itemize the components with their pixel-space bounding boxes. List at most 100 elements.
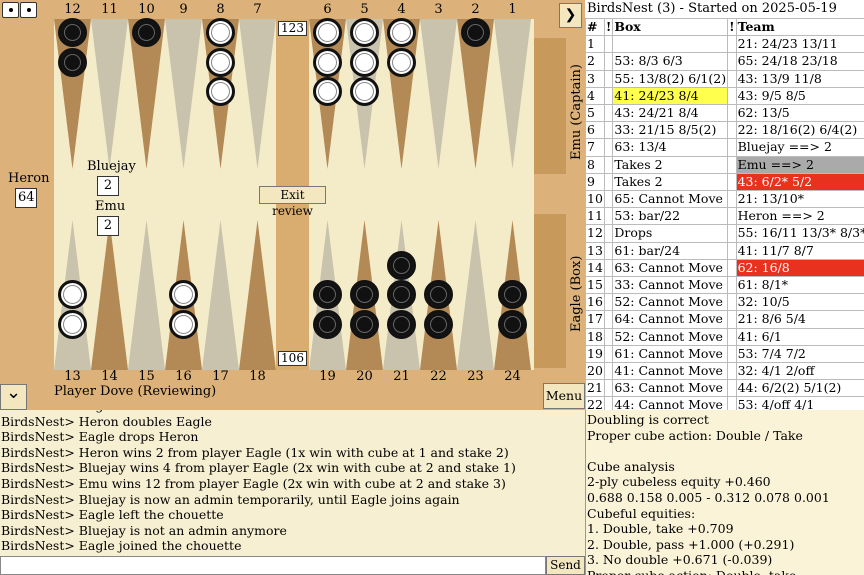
board-point-top[interactable] [165, 19, 202, 169]
move-box[interactable]: 33: 21/15 8/5(2) [612, 121, 729, 140]
move-team[interactable]: 21: 24/23 13/11 [735, 35, 864, 54]
move-team[interactable]: 55: 16/11 13/3* 8/3* [735, 224, 864, 243]
move-flag-box[interactable] [603, 224, 614, 243]
move-box[interactable]: 52: Cannot Move [612, 327, 729, 346]
move-number[interactable]: 2 [585, 52, 605, 71]
move-number[interactable]: 17 [585, 310, 605, 329]
move-row[interactable]: 5 43: 24/21 8/4 62: 13/5 [585, 104, 864, 123]
move-team[interactable]: Emu ==> 2 [735, 155, 864, 174]
checker-white[interactable] [58, 309, 87, 339]
move-team[interactable]: 21: 8/6 5/4 [735, 310, 864, 329]
checker-white[interactable] [313, 47, 342, 77]
checker-black[interactable] [498, 309, 527, 339]
board-point-bottom[interactable] [91, 220, 128, 370]
move-team[interactable]: Heron ==> 2 [735, 207, 864, 226]
move-flag-team[interactable] [727, 258, 737, 278]
move-team[interactable]: 61: 8/1* [735, 276, 864, 295]
checker-black[interactable] [498, 280, 527, 309]
move-row[interactable]: 9 Takes 2 43: 6/2* 5/2 [585, 172, 864, 192]
move-row[interactable]: 2 53: 8/3 6/3 65: 24/18 23/18 [585, 52, 864, 71]
exit-review-button[interactable]: Exit review [259, 186, 326, 218]
die-icon[interactable] [2, 2, 19, 18]
move-team[interactable]: 41: 11/7 8/7 [735, 241, 864, 260]
move-box[interactable]: Drops [612, 224, 729, 243]
chat-input[interactable] [0, 556, 546, 575]
move-number[interactable]: 5 [585, 104, 605, 123]
move-box[interactable]: Takes 2 [612, 155, 729, 174]
move-flag-box[interactable] [603, 258, 614, 278]
checker-black[interactable] [424, 309, 453, 339]
move-number[interactable]: 18 [585, 327, 605, 346]
move-flag-team[interactable] [727, 138, 737, 157]
move-flag-box[interactable] [603, 35, 614, 54]
move-team[interactable]: 41: 6/1 [735, 327, 864, 346]
move-box[interactable]: 63: 13/4 [612, 138, 729, 157]
move-team[interactable]: 53: 7/4 7/2 [735, 344, 864, 364]
move-number[interactable]: 4 [585, 86, 605, 106]
move-team[interactable]: 62: 16/8 [735, 258, 864, 278]
move-row[interactable]: 14 63: Cannot Move 62: 16/8 [585, 258, 864, 278]
move-row[interactable]: 18 52: Cannot Move 41: 6/1 [585, 327, 864, 346]
move-box[interactable]: 65: Cannot Move [612, 190, 729, 209]
move-flag-team[interactable] [727, 35, 737, 54]
checker-white[interactable] [206, 77, 235, 106]
move-box[interactable]: 63: Cannot Move [612, 258, 729, 278]
move-row[interactable]: 6 33: 21/15 8/5(2) 22: 18/16(2) 6/4(2) [585, 121, 864, 140]
move-flag-box[interactable] [603, 362, 614, 381]
move-flag-team[interactable] [727, 224, 737, 243]
move-flag-team[interactable] [727, 104, 737, 123]
move-flag-team[interactable] [727, 293, 737, 312]
checker-black[interactable] [132, 18, 161, 47]
checker-white[interactable] [350, 47, 379, 77]
checker-black[interactable] [58, 18, 87, 47]
move-flag-team[interactable] [727, 190, 737, 209]
move-flag-box[interactable] [603, 86, 614, 106]
move-row[interactable]: 13 61: bar/24 41: 11/7 8/7 [585, 241, 864, 260]
move-flag-box[interactable] [603, 293, 614, 312]
move-flag-team[interactable] [727, 276, 737, 295]
move-flag-box[interactable] [603, 69, 614, 88]
checker-black[interactable] [313, 309, 342, 339]
move-flag-box[interactable] [603, 52, 614, 71]
move-flag-box[interactable] [603, 344, 614, 364]
move-number[interactable]: 6 [585, 121, 605, 140]
move-row[interactable]: 1 21: 24/23 13/11 [585, 35, 864, 54]
checker-black[interactable] [387, 309, 416, 339]
move-flag-box[interactable] [603, 121, 614, 140]
move-flag-team[interactable] [727, 121, 737, 140]
move-row[interactable]: 15 33: Cannot Move 61: 8/1* [585, 276, 864, 295]
move-box[interactable]: 41: 24/23 8/4 [612, 86, 729, 106]
move-flag-team[interactable] [727, 241, 737, 260]
move-number[interactable]: 7 [585, 138, 605, 157]
send-button[interactable]: Send [546, 556, 585, 575]
move-flag-team[interactable] [727, 207, 737, 226]
move-flag-team[interactable] [727, 344, 737, 364]
board-point-top[interactable] [420, 19, 457, 169]
checker-black[interactable] [461, 18, 490, 47]
move-flag-box[interactable] [603, 241, 614, 260]
move-number[interactable]: 13 [585, 241, 605, 260]
move-row[interactable]: 7 63: 13/4 Bluejay ==> 2 [585, 138, 864, 157]
checker-white[interactable] [58, 280, 87, 309]
board-point-bottom[interactable] [239, 220, 276, 370]
move-number[interactable]: 15 [585, 276, 605, 295]
move-row[interactable]: 4 41: 24/23 8/4 43: 9/5 8/5 [585, 86, 864, 106]
checker-white[interactable] [206, 18, 235, 47]
move-row[interactable]: 10 65: Cannot Move 21: 13/10* [585, 190, 864, 209]
move-flag-box[interactable] [603, 190, 614, 209]
move-row[interactable]: 11 53: bar/22 Heron ==> 2 [585, 207, 864, 226]
move-number[interactable]: 14 [585, 258, 605, 278]
move-flag-box[interactable] [603, 155, 614, 174]
move-box[interactable]: Takes 2 [612, 172, 729, 192]
move-flag-team[interactable] [727, 69, 737, 88]
checker-white[interactable] [169, 280, 198, 309]
move-number[interactable]: 11 [585, 207, 605, 226]
move-list-table[interactable]: # ! Box ! Team 1 21: 24/23 13/11 2 53: 8/3 … [585, 17, 864, 415]
move-team[interactable]: Bluejay ==> 2 [735, 138, 864, 157]
move-team[interactable]: 65: 24/18 23/18 [735, 52, 864, 71]
move-number[interactable]: 16 [585, 293, 605, 312]
move-box[interactable]: 53: 8/3 6/3 [612, 52, 729, 71]
checker-black[interactable] [387, 250, 416, 280]
board-point-bottom[interactable] [202, 220, 239, 370]
move-number[interactable]: 3 [585, 69, 605, 88]
